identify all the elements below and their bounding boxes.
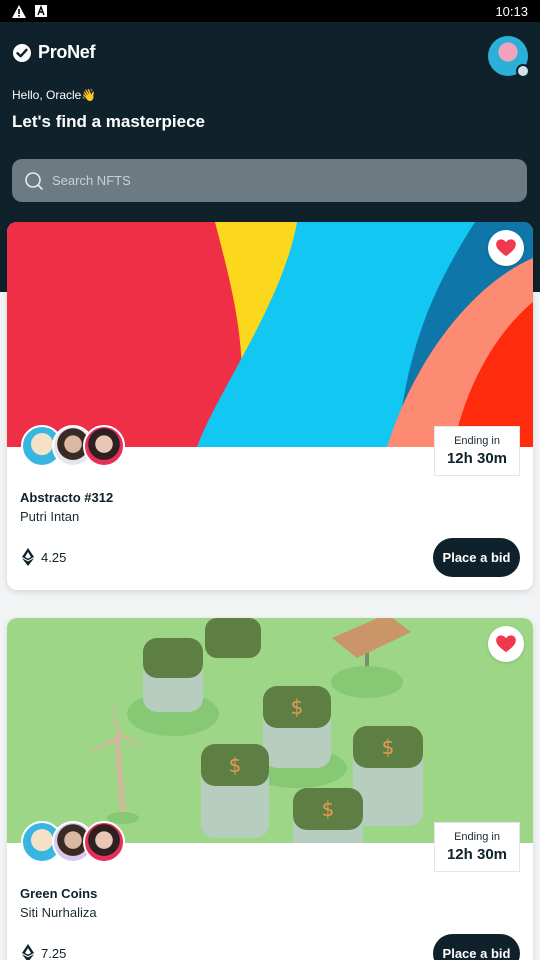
avatar[interactable]	[83, 821, 125, 863]
price-value: 4.25	[41, 549, 67, 565]
search-bar[interactable]	[12, 159, 527, 202]
favorite-button[interactable]	[488, 230, 524, 266]
profile-avatar[interactable]	[488, 36, 530, 78]
nft-price: 4.25	[22, 548, 66, 566]
nft-title: Green Coins	[20, 886, 98, 901]
nft-title: Abstracto #312	[20, 490, 114, 505]
owner-avatars	[21, 425, 125, 467]
avatar[interactable]	[83, 425, 125, 467]
nft-artwork-green-coins[interactable]: $ $ $ $	[7, 618, 533, 843]
svg-text:$: $	[229, 753, 242, 777]
nft-card[interactable]: $ $ $ $ Ending in 12h 30m Green Coins Si…	[7, 618, 533, 960]
place-bid-button[interactable]: Place a bid	[433, 934, 520, 960]
search-input[interactable]	[52, 173, 472, 188]
nft-creator: Siti Nurhaliza	[20, 905, 97, 920]
search-icon	[25, 171, 43, 190]
nft-card[interactable]: Ending in 12h 30m Abstracto #312 Putri I…	[7, 222, 533, 590]
heart-icon	[496, 239, 516, 257]
price-value: 7.25	[41, 945, 67, 960]
status-time: 10:13	[495, 3, 528, 19]
greeting: Hello, Oracle👋	[12, 88, 97, 102]
check-badge-icon	[13, 43, 31, 62]
ending-time: 12h 30m	[446, 450, 508, 467]
page-title: Let's find a masterpiece	[12, 112, 206, 131]
verified-icon	[516, 64, 530, 78]
svg-text:$: $	[291, 695, 304, 719]
app-icon	[34, 4, 48, 18]
auction-timer: Ending in 12h 30m	[434, 426, 520, 476]
brand-name: ProNef	[38, 42, 96, 62]
auction-timer: Ending in 12h 30m	[434, 822, 520, 872]
owner-avatars	[21, 821, 125, 863]
ethereum-icon	[22, 548, 34, 566]
nft-artwork-abstract[interactable]	[7, 222, 533, 447]
ethereum-icon	[22, 944, 34, 960]
nft-price: 7.25	[22, 944, 66, 960]
warning-icon	[12, 4, 26, 18]
status-bar: 10:13	[0, 0, 540, 22]
heart-icon	[496, 635, 516, 653]
ending-label: Ending in	[454, 435, 500, 447]
svg-text:$: $	[382, 735, 395, 759]
ending-label: Ending in	[454, 831, 500, 843]
place-bid-button[interactable]: Place a bid	[433, 538, 520, 577]
favorite-button[interactable]	[488, 626, 524, 662]
ending-time: 12h 30m	[446, 846, 508, 863]
nft-creator: Putri Intan	[20, 509, 80, 524]
svg-text:$: $	[322, 797, 335, 821]
brand-logo[interactable]: ProNef	[12, 42, 96, 63]
